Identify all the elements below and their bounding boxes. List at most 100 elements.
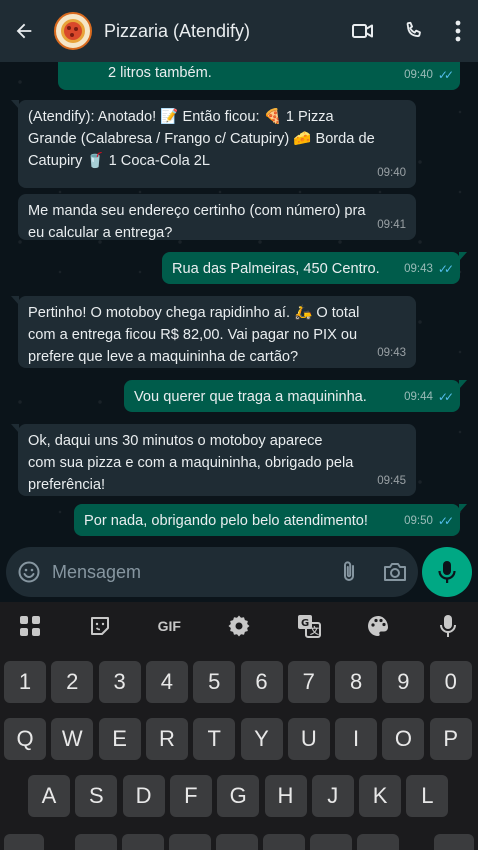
message-time: 09:43 [404,263,433,275]
key-2[interactable]: 2 [51,661,94,703]
key-partial[interactable] [357,834,399,850]
key-4[interactable]: 4 [145,661,188,703]
translate-button[interactable]: G文 [289,606,329,646]
camera-button[interactable] [372,560,418,584]
apps-grid-button[interactable] [10,606,50,646]
key-partial[interactable] [122,834,164,850]
video-call-button[interactable] [338,0,388,62]
theme-button[interactable] [358,606,398,646]
message-outgoing[interactable]: Por nada, obrigando pelo belo atendiment… [74,504,467,536]
key-partial[interactable] [75,834,117,850]
chat-header: Pizzaria (Atendify) [0,0,478,62]
palette-icon [368,616,389,636]
key-partial[interactable] [216,834,258,850]
on-screen-keyboard: GIF G文 1234567890 QWERTYUIOP ASDFGHJKL [0,602,478,850]
attach-button[interactable] [326,560,372,584]
message-line: Pertinho! O motoboy chega rapidinho aí. … [28,305,360,321]
settings-gear-icon [228,615,250,637]
chat-title[interactable]: Pizzaria (Atendify) [104,21,338,42]
message-incoming[interactable]: Me manda seu endereço certinho (com núme… [18,194,416,241]
key-a[interactable]: A [28,775,70,817]
more-vertical-icon [455,20,461,42]
key-j[interactable]: J [311,775,354,817]
keyboard-row-numbers: 1234567890 [0,661,478,705]
key-3[interactable]: 3 [98,661,141,703]
key-o[interactable]: O [382,718,425,760]
message-line: com a entrega ficou R$ 82,00. Vai pagar … [28,327,358,343]
chat-area[interactable]: 2 litros também. 09:40 ✓✓ (Atendify): Ano… [0,62,478,544]
key-i[interactable]: I [335,718,378,760]
key-h[interactable]: H [264,775,307,817]
camera-icon [384,563,406,581]
message-incoming[interactable]: Pertinho! O motoboy chega rapidinho aí. … [11,296,416,368]
key-u[interactable]: U [287,718,330,760]
key-f[interactable]: F [169,775,212,817]
message-incoming[interactable]: (Atendify): Anotado! 📝 Então ficou: 🍕 1 … [11,100,416,188]
message-outgoing[interactable]: 2 litros também. 09:40 ✓✓ [58,62,460,90]
message-outgoing[interactable]: Rua das Palmeiras, 450 Centro. 09:43 ✓✓ [162,252,467,284]
message-text: Por nada, obrigando pelo belo atendiment… [84,513,368,529]
read-ticks-icon: ✓✓ [437,390,454,404]
pizza-logo-icon [61,19,85,43]
sticker-button[interactable] [80,606,120,646]
key-k[interactable]: K [359,775,402,817]
keyboard-row-qwerty: QWERTYUIOP [0,718,478,762]
voice-call-button[interactable] [388,0,438,62]
key-l[interactable]: L [406,775,449,817]
key-partial[interactable] [169,834,211,850]
key-6[interactable]: 6 [240,661,283,703]
message-meta: 09:40 [377,162,406,184]
read-ticks-icon: ✓✓ [437,514,454,528]
svg-text:文: 文 [309,625,320,637]
read-ticks-icon: ✓✓ [437,262,454,276]
message-meta: 09:43 ✓✓ [404,258,454,280]
key-partial[interactable] [4,834,44,850]
key-partial[interactable] [310,834,352,850]
settings-button[interactable] [219,606,259,646]
key-s[interactable]: S [75,775,118,817]
mic-icon [438,561,456,583]
message-line: eu calcular a entrega? [28,225,173,241]
key-8[interactable]: 8 [335,661,378,703]
message-outgoing[interactable]: Vou querer que traga a maquininha. 09:44… [124,380,467,412]
key-d[interactable]: D [122,775,165,817]
message-input-box[interactable]: Mensagem [6,547,418,597]
avatar[interactable] [54,12,92,50]
gif-button[interactable]: GIF [149,606,189,646]
key-g[interactable]: G [217,775,260,817]
key-t[interactable]: T [193,718,236,760]
key-1[interactable]: 1 [4,661,46,703]
key-partial[interactable] [263,834,305,850]
key-0[interactable]: 0 [429,661,472,703]
key-9[interactable]: 9 [382,661,425,703]
message-time: 09:41 [377,219,406,231]
mic-icon [439,615,456,637]
sticker-icon [90,617,109,635]
message-input[interactable]: Mensagem [52,562,326,583]
message-incoming[interactable]: Ok, daqui uns 30 minutos o motoboy apare… [11,424,416,496]
apps-grid-icon [20,616,40,636]
back-button[interactable] [0,0,48,62]
keyboard-row-asdf: ASDFGHJKL [0,775,478,819]
emoji-button[interactable] [6,560,52,584]
message-time: 09:50 [404,515,433,527]
key-e[interactable]: E [98,718,141,760]
key-5[interactable]: 5 [193,661,236,703]
voice-input-button[interactable] [428,606,468,646]
key-r[interactable]: R [145,718,188,760]
key-partial[interactable] [434,834,474,850]
voice-message-button[interactable] [422,547,472,597]
message-meta: 09:41 [377,214,406,236]
key-y[interactable]: Y [240,718,283,760]
message-text: Vou querer que traga a maquininha. [134,389,367,405]
message-meta: 09:44 ✓✓ [404,386,454,408]
key-q[interactable]: Q [4,718,46,760]
key-p[interactable]: P [429,718,472,760]
message-time: 09:43 [377,347,406,359]
key-w[interactable]: W [51,718,94,760]
key-7[interactable]: 7 [287,661,330,703]
message-line: Catupiry 🥤 1 Coca-Cola 2L [28,153,211,169]
more-options-button[interactable] [438,0,478,62]
message-composer: Mensagem [0,544,478,602]
read-ticks-icon: ✓✓ [437,68,454,82]
